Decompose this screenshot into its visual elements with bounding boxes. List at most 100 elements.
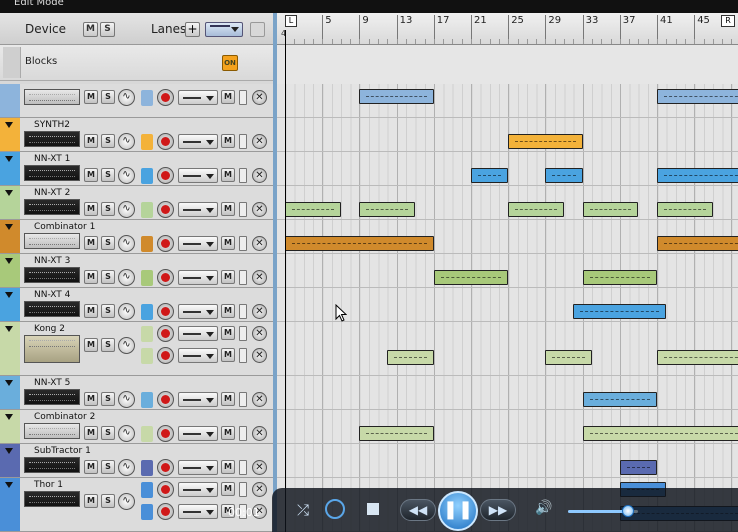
track-header[interactable]: NN-XT 2 M S ∿ M ✕ xyxy=(0,186,273,220)
track-header[interactable]: Combinator 2 M S ∿ M ✕ xyxy=(0,410,273,444)
collapse-triangle-icon[interactable] xyxy=(5,292,13,298)
lane-color-tab[interactable] xyxy=(141,168,153,184)
note-clip[interactable] xyxy=(582,392,657,407)
collapse-triangle-icon[interactable] xyxy=(5,448,13,454)
track-mute-button[interactable]: M xyxy=(84,270,98,284)
record-enable-icon[interactable] xyxy=(157,459,174,476)
track-mute-button[interactable]: M xyxy=(84,236,98,250)
lane-color-tab[interactable] xyxy=(141,426,153,442)
track-list-splitter[interactable] xyxy=(273,13,277,532)
note-clip[interactable] xyxy=(433,270,509,285)
record-enable-icon[interactable] xyxy=(157,391,174,408)
note-clip[interactable] xyxy=(387,350,434,365)
track-lane[interactable] xyxy=(277,254,738,288)
lane-mode-dropdown[interactable] xyxy=(178,134,218,149)
track-automation-icon[interactable]: ∿ xyxy=(118,89,135,106)
track-header[interactable]: NN-XT 5 M S ∿ M ✕ xyxy=(0,376,273,410)
track-lane[interactable] xyxy=(277,376,738,410)
record-enable-icon[interactable] xyxy=(157,167,174,184)
track-header[interactable]: SubTractor 1 M S ∿ M ✕ xyxy=(0,444,273,478)
record-enable-icon[interactable] xyxy=(157,481,174,498)
previous-icon[interactable]: ◀◀ xyxy=(400,499,436,521)
lane-level-slider[interactable] xyxy=(239,202,247,217)
menu-edit-mode[interactable]: Edit Mode xyxy=(14,0,64,8)
lane-mode-dropdown[interactable] xyxy=(178,304,218,319)
collapse-triangle-icon[interactable] xyxy=(5,414,13,420)
lane-color-tab[interactable] xyxy=(141,90,153,106)
track-mute-button[interactable]: M xyxy=(84,202,98,216)
repeat-icon[interactable] xyxy=(325,499,345,519)
lane-level-slider[interactable] xyxy=(239,90,247,105)
lane-type-dropdown[interactable] xyxy=(205,22,243,37)
record-enable-icon[interactable] xyxy=(157,269,174,286)
lane-mute-button[interactable]: M xyxy=(221,270,235,284)
lane-mode-dropdown[interactable] xyxy=(178,504,218,519)
lane-mode-dropdown[interactable] xyxy=(178,460,218,475)
blocks-lane[interactable] xyxy=(277,45,738,87)
lane-level-slider[interactable] xyxy=(239,482,247,497)
lane-level-slider[interactable] xyxy=(239,270,247,285)
track-mute-button[interactable]: M xyxy=(84,460,98,474)
track-automation-icon[interactable]: ∿ xyxy=(118,235,135,252)
note-clip[interactable] xyxy=(359,426,434,441)
record-enable-icon[interactable] xyxy=(157,347,174,364)
lane-level-slider[interactable] xyxy=(239,168,247,183)
collapse-triangle-icon[interactable] xyxy=(5,258,13,264)
track-automation-icon[interactable]: ∿ xyxy=(118,133,135,150)
track-lane[interactable] xyxy=(277,186,738,220)
lane-mode-dropdown[interactable] xyxy=(178,168,218,183)
note-clip[interactable] xyxy=(657,89,738,104)
device-thumbnail[interactable] xyxy=(24,389,80,405)
note-clip[interactable] xyxy=(359,202,416,217)
note-clip[interactable] xyxy=(657,202,713,217)
delete-lane-icon[interactable]: ✕ xyxy=(252,168,267,183)
delete-lane-icon[interactable]: ✕ xyxy=(252,326,267,341)
track-header[interactable]: Thor 1 M S ∿ M ✕ M ✕ xyxy=(0,478,273,532)
note-clip[interactable] xyxy=(545,168,583,183)
lane-mute-button[interactable]: M xyxy=(221,326,235,340)
collapse-triangle-icon[interactable] xyxy=(5,190,13,196)
lane-mode-dropdown[interactable] xyxy=(178,236,218,251)
note-clip[interactable] xyxy=(359,89,434,104)
delete-lane-icon[interactable]: ✕ xyxy=(252,270,267,285)
mute-all-button[interactable]: M xyxy=(83,22,98,37)
lane-mute-button[interactable]: M xyxy=(221,202,235,216)
volume-slider[interactable] xyxy=(568,505,638,517)
track-lane[interactable] xyxy=(277,84,738,118)
track-solo-button[interactable]: S xyxy=(101,270,115,284)
track-solo-button[interactable]: S xyxy=(101,304,115,318)
track-solo-button[interactable]: S xyxy=(101,168,115,182)
solo-all-button[interactable]: S xyxy=(100,22,115,37)
next-icon[interactable]: ▶▶ xyxy=(480,499,516,521)
collapse-triangle-icon[interactable] xyxy=(5,156,13,162)
track-mute-button[interactable]: M xyxy=(84,392,98,406)
track-automation-icon[interactable]: ∿ xyxy=(118,425,135,442)
device-thumbnail[interactable] xyxy=(24,131,80,147)
note-clip[interactable] xyxy=(619,460,657,475)
device-thumbnail[interactable] xyxy=(24,165,80,181)
lane-mute-button[interactable]: M xyxy=(221,304,235,318)
stop-icon[interactable] xyxy=(367,503,379,515)
note-clip[interactable] xyxy=(508,134,583,149)
record-enable-icon[interactable] xyxy=(157,89,174,106)
device-thumbnail[interactable] xyxy=(24,423,80,439)
delete-lane-icon[interactable]: ✕ xyxy=(252,426,267,441)
track-header[interactable]: NN-XT 4 M S ∿ M ✕ xyxy=(0,288,273,322)
track-header[interactable]: SYNTH2 M S ∿ M ✕ xyxy=(0,118,273,152)
device-thumbnail[interactable] xyxy=(24,457,80,473)
track-header[interactable]: NN-XT 1 M S ∿ M ✕ xyxy=(0,152,273,186)
track-solo-button[interactable]: S xyxy=(101,392,115,406)
track-solo-button[interactable]: S xyxy=(101,460,115,474)
lane-mute-button[interactable]: M xyxy=(221,236,235,250)
track-automation-icon[interactable]: ∿ xyxy=(118,201,135,218)
add-lane-button[interactable]: + xyxy=(185,22,200,37)
track-solo-button[interactable]: S xyxy=(101,134,115,148)
lane-level-slider[interactable] xyxy=(239,304,247,319)
lane-mute-button[interactable]: M xyxy=(221,168,235,182)
blocks-on-toggle[interactable]: ON xyxy=(222,55,238,71)
collapse-triangle-icon[interactable] xyxy=(5,122,13,128)
track-automation-icon[interactable]: ∿ xyxy=(118,167,135,184)
lane-mute-button[interactable]: M xyxy=(221,134,235,148)
track-mute-button[interactable]: M xyxy=(84,168,98,182)
track-lane[interactable] xyxy=(277,152,738,186)
